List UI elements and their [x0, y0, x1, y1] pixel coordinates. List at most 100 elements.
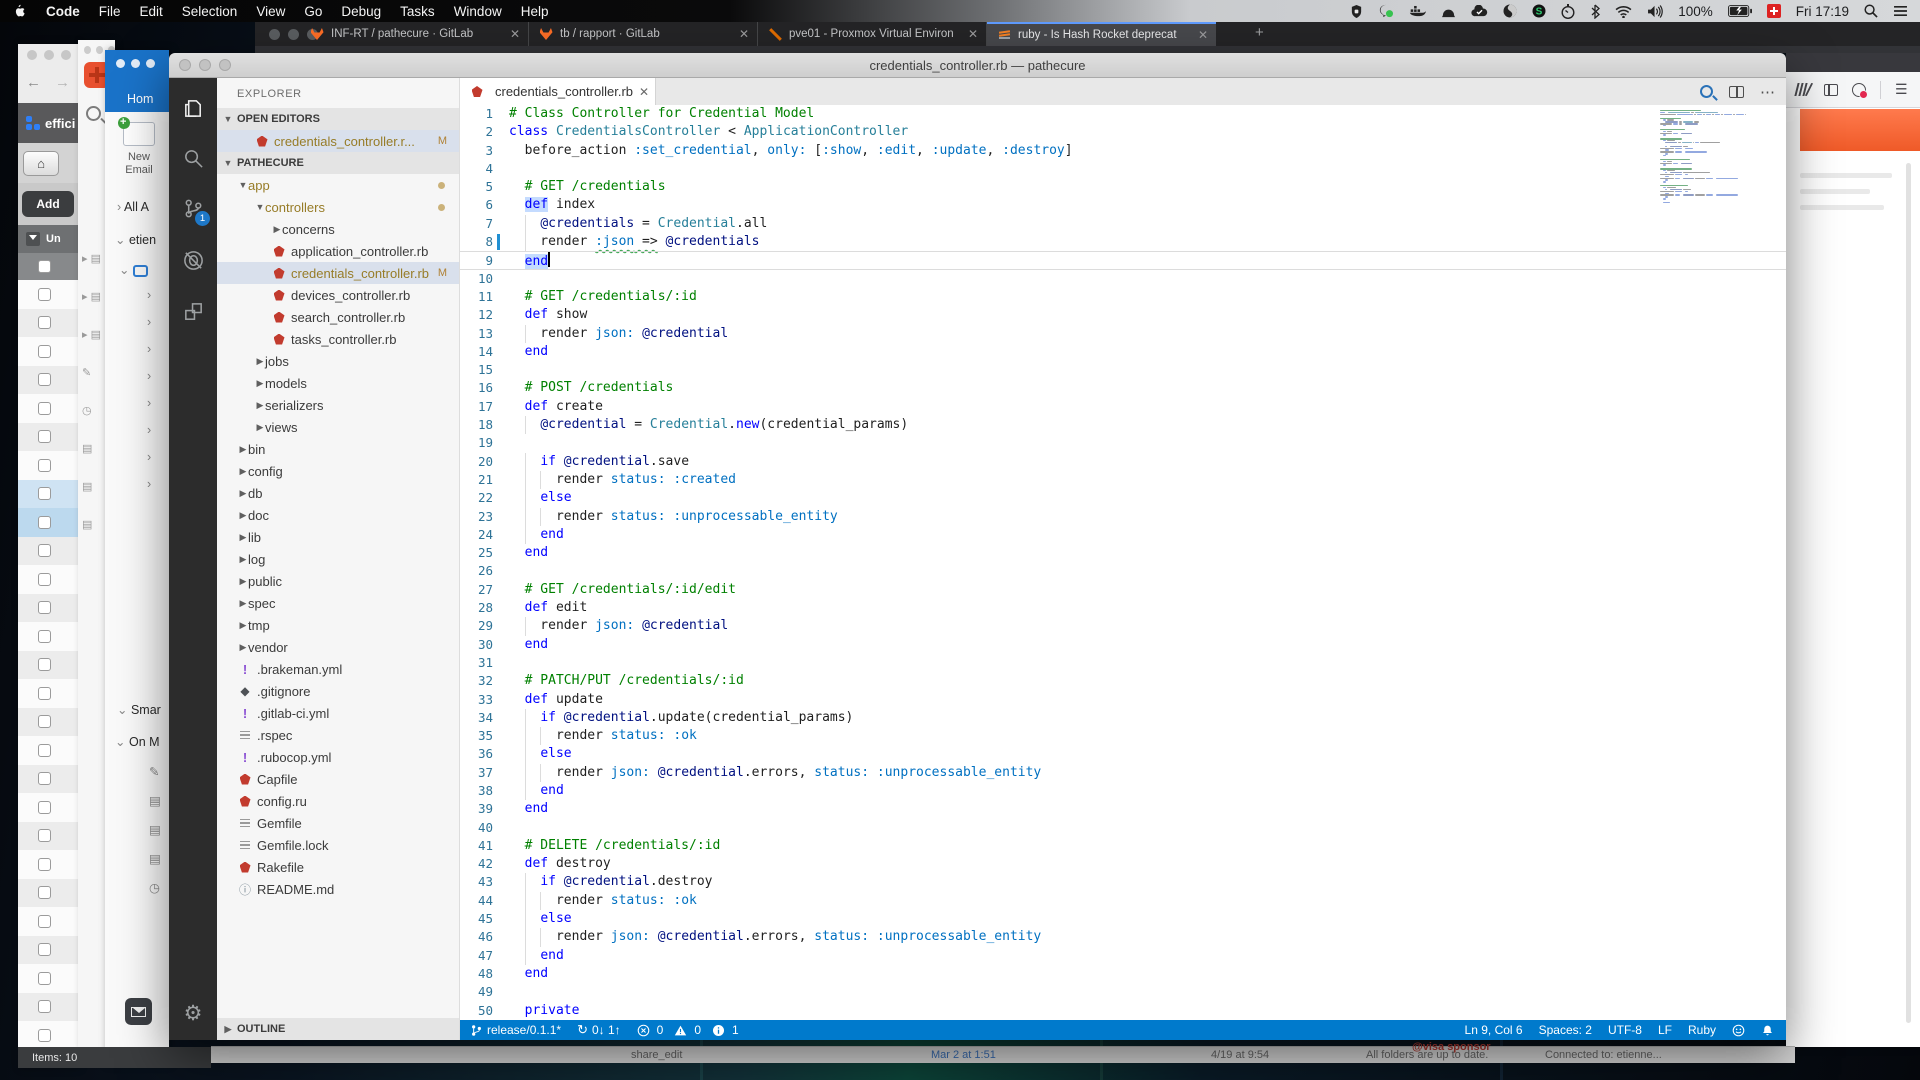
- line-number[interactable]: 8: [460, 233, 509, 251]
- line-number[interactable]: 48: [460, 965, 509, 983]
- list-row[interactable]: [18, 451, 78, 480]
- code-line[interactable]: 39 end: [460, 800, 1786, 818]
- stopwatch-icon[interactable]: [1561, 4, 1575, 19]
- scrollbar[interactable]: [1906, 163, 1911, 1023]
- row-checkbox[interactable]: [38, 430, 51, 443]
- more-actions-icon[interactable]: ⋯: [1760, 83, 1776, 101]
- line-number[interactable]: 44: [460, 892, 509, 910]
- row-checkbox[interactable]: [38, 858, 51, 871]
- line-number[interactable]: 43: [460, 873, 509, 891]
- code-line[interactable]: 33 def update: [460, 691, 1786, 709]
- code-line[interactable]: 24 end: [460, 526, 1786, 544]
- new-tab-button[interactable]: +: [1255, 24, 1264, 41]
- line-number[interactable]: 25: [460, 544, 509, 562]
- menu-tasks[interactable]: Tasks: [400, 4, 435, 19]
- menu-go[interactable]: Go: [304, 4, 322, 19]
- list-row[interactable]: [18, 850, 78, 879]
- row-checkbox[interactable]: [38, 1000, 51, 1013]
- lock-shield-icon[interactable]: [1350, 4, 1363, 19]
- library-icon[interactable]: [1794, 83, 1811, 96]
- list-row[interactable]: [18, 309, 78, 338]
- menu-bar-clock[interactable]: Fri 17:19: [1796, 4, 1849, 19]
- code-line[interactable]: 22 else: [460, 489, 1786, 507]
- explorer-activity-icon[interactable]: [169, 88, 217, 128]
- tree-item--gitlab-ci-yml[interactable]: !.gitlab-ci.yml: [217, 702, 459, 724]
- list-row[interactable]: [18, 565, 78, 594]
- line-number[interactable]: 30: [460, 636, 509, 654]
- code-line[interactable]: 26: [460, 562, 1786, 580]
- close-tab-icon[interactable]: ✕: [639, 85, 649, 99]
- line-number[interactable]: 24: [460, 526, 509, 544]
- line-number[interactable]: 19: [460, 434, 509, 452]
- line-number[interactable]: 2: [460, 123, 509, 141]
- line-number[interactable]: 15: [460, 361, 509, 379]
- tree-item-concerns[interactable]: ▶concerns: [217, 218, 459, 240]
- list-row[interactable]: [18, 679, 78, 708]
- browser-tab[interactable]: INF-RT / pathecure · GitLab✕: [300, 22, 529, 46]
- line-number[interactable]: 26: [460, 562, 509, 580]
- line-number[interactable]: 28: [460, 599, 509, 617]
- mail-folder-row[interactable]: ›: [147, 288, 151, 302]
- privacy-dome-icon[interactable]: [1441, 5, 1456, 18]
- tree-item-gemfile[interactable]: Gemfile: [217, 812, 459, 834]
- line-number[interactable]: 37: [460, 764, 509, 782]
- split-editor-icon[interactable]: [1729, 86, 1744, 98]
- code-line[interactable]: 10: [460, 270, 1786, 288]
- problems-status[interactable]: 001: [637, 1023, 746, 1037]
- mail-app-icon[interactable]: [125, 998, 152, 1025]
- search-activity-icon[interactable]: [169, 138, 217, 178]
- row-checkbox[interactable]: [38, 972, 51, 985]
- tree-item--gitignore[interactable]: ◆.gitignore: [217, 680, 459, 702]
- swirl-icon[interactable]: [1503, 4, 1517, 18]
- tree-item-db[interactable]: ▶db: [217, 482, 459, 504]
- code-line[interactable]: 35 render status: :ok: [460, 727, 1786, 745]
- list-row[interactable]: [18, 879, 78, 908]
- list-row[interactable]: [18, 1021, 78, 1050]
- code-line[interactable]: 28 def edit: [460, 599, 1786, 617]
- code-line[interactable]: 43 if @credential.destroy: [460, 873, 1786, 891]
- line-number[interactable]: 40: [460, 819, 509, 837]
- tab-home[interactable]: Hom: [127, 92, 153, 106]
- line-number[interactable]: 35: [460, 727, 509, 745]
- row-checkbox[interactable]: [38, 544, 51, 557]
- list-row[interactable]: [18, 280, 78, 309]
- code-line[interactable]: 17 def create: [460, 398, 1786, 416]
- tree-item-search-controller-rb[interactable]: search_controller.rb: [217, 306, 459, 328]
- tree-item-models[interactable]: ▶models: [217, 372, 459, 394]
- browser-tab[interactable]: pve01 - Proxmox Virtual Environ✕: [758, 22, 987, 46]
- tree-item-tmp[interactable]: ▶tmp: [217, 614, 459, 636]
- mail-folder-row[interactable]: ›: [147, 396, 151, 410]
- tree-item-credentials-controller-rb[interactable]: credentials_controller.rbM: [217, 262, 459, 284]
- code-line[interactable]: 2class CredentialsController < Applicati…: [460, 123, 1786, 141]
- line-number[interactable]: 22: [460, 489, 509, 507]
- line-number[interactable]: 41: [460, 837, 509, 855]
- list-row[interactable]: [18, 537, 78, 566]
- eol-setting[interactable]: LF: [1658, 1023, 1672, 1037]
- line-number[interactable]: 7: [460, 215, 509, 233]
- close-tab-icon[interactable]: ✕: [968, 27, 978, 41]
- mail-folder-row[interactable]: ›: [147, 423, 151, 437]
- filter-bar[interactable]: Un: [18, 225, 78, 253]
- line-number[interactable]: 47: [460, 947, 509, 965]
- code-line[interactable]: 6 def index: [460, 196, 1786, 214]
- code-line[interactable]: 38 end: [460, 782, 1786, 800]
- swiss-keyboard-icon[interactable]: [1767, 4, 1781, 18]
- row-checkbox[interactable]: [38, 487, 51, 500]
- list-row[interactable]: [18, 594, 78, 623]
- line-number[interactable]: 49: [460, 983, 509, 1001]
- line-number[interactable]: 16: [460, 379, 509, 397]
- list-row[interactable]: [18, 622, 78, 651]
- code-line[interactable]: 42 def destroy: [460, 855, 1786, 873]
- row-checkbox[interactable]: [38, 687, 51, 700]
- language-mode[interactable]: Ruby: [1688, 1023, 1716, 1037]
- line-number[interactable]: 23: [460, 508, 509, 526]
- code-line[interactable]: 15: [460, 361, 1786, 379]
- list-row[interactable]: [18, 907, 78, 936]
- line-number[interactable]: 4: [460, 160, 509, 178]
- tree-item-serializers[interactable]: ▶serializers: [217, 394, 459, 416]
- code-line[interactable]: 44 render status: :ok: [460, 892, 1786, 910]
- on-my-computer[interactable]: ⌄ On M: [115, 734, 160, 749]
- row-checkbox[interactable]: [38, 345, 51, 358]
- line-number[interactable]: 5: [460, 178, 509, 196]
- code-line[interactable]: 4: [460, 160, 1786, 178]
